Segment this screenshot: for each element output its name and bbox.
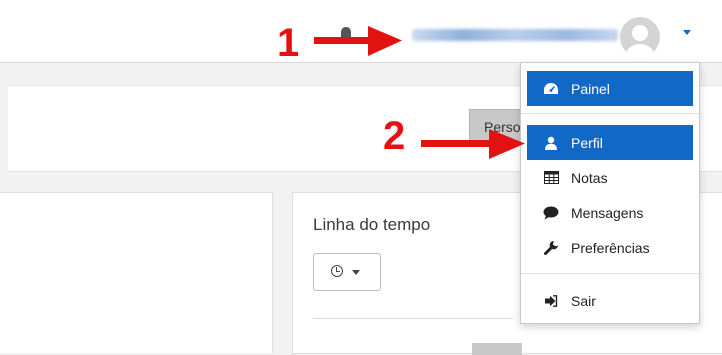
menu-item-sair[interactable]: Sair [527, 283, 693, 318]
annotation-step-2: 2 [383, 114, 406, 158]
divider [521, 273, 699, 274]
user-menu-dropdown: Painel Perfil Notas Mensagens Preferênci… [520, 62, 700, 324]
menu-item-label: Sair [571, 292, 596, 309]
annotation-step-1: 1 [277, 21, 300, 65]
user-icon [543, 135, 559, 151]
menu-item-mensagens[interactable]: Mensagens [527, 195, 693, 230]
menu-item-notas[interactable]: Notas [527, 160, 693, 195]
annotation-arrow-2 [421, 129, 525, 159]
user-avatar[interactable] [620, 17, 660, 57]
caret-down-icon [352, 270, 360, 275]
menu-item-painel[interactable]: Painel [527, 71, 693, 106]
menu-item-label: Mensagens [571, 204, 644, 221]
comment-icon [543, 205, 559, 221]
menu-item-label: Perfil [571, 134, 603, 151]
wrench-icon [543, 240, 559, 256]
menu-item-label: Notas [571, 169, 608, 186]
timeline-title: Linha do tempo [313, 215, 431, 234]
divider [521, 113, 699, 114]
dashboard-icon [543, 81, 559, 97]
timeline-filter-dropdown[interactable] [313, 253, 381, 291]
clock-icon [331, 265, 343, 277]
annotation-arrow-1 [314, 26, 402, 56]
menu-item-label: Painel [571, 80, 610, 97]
menu-item-label: Preferências [571, 239, 650, 256]
user-name-blurred[interactable] [412, 29, 618, 41]
partial-button[interactable] [472, 343, 522, 355]
avatar-silhouette-icon [626, 25, 654, 57]
table-icon [543, 170, 559, 186]
menu-item-preferencias[interactable]: Preferências [527, 230, 693, 265]
sign-out-icon [543, 293, 559, 309]
caret-down-icon[interactable] [683, 30, 691, 35]
menu-item-perfil[interactable]: Perfil [527, 125, 693, 160]
divider [313, 318, 513, 319]
main-content-region [0, 192, 273, 353]
